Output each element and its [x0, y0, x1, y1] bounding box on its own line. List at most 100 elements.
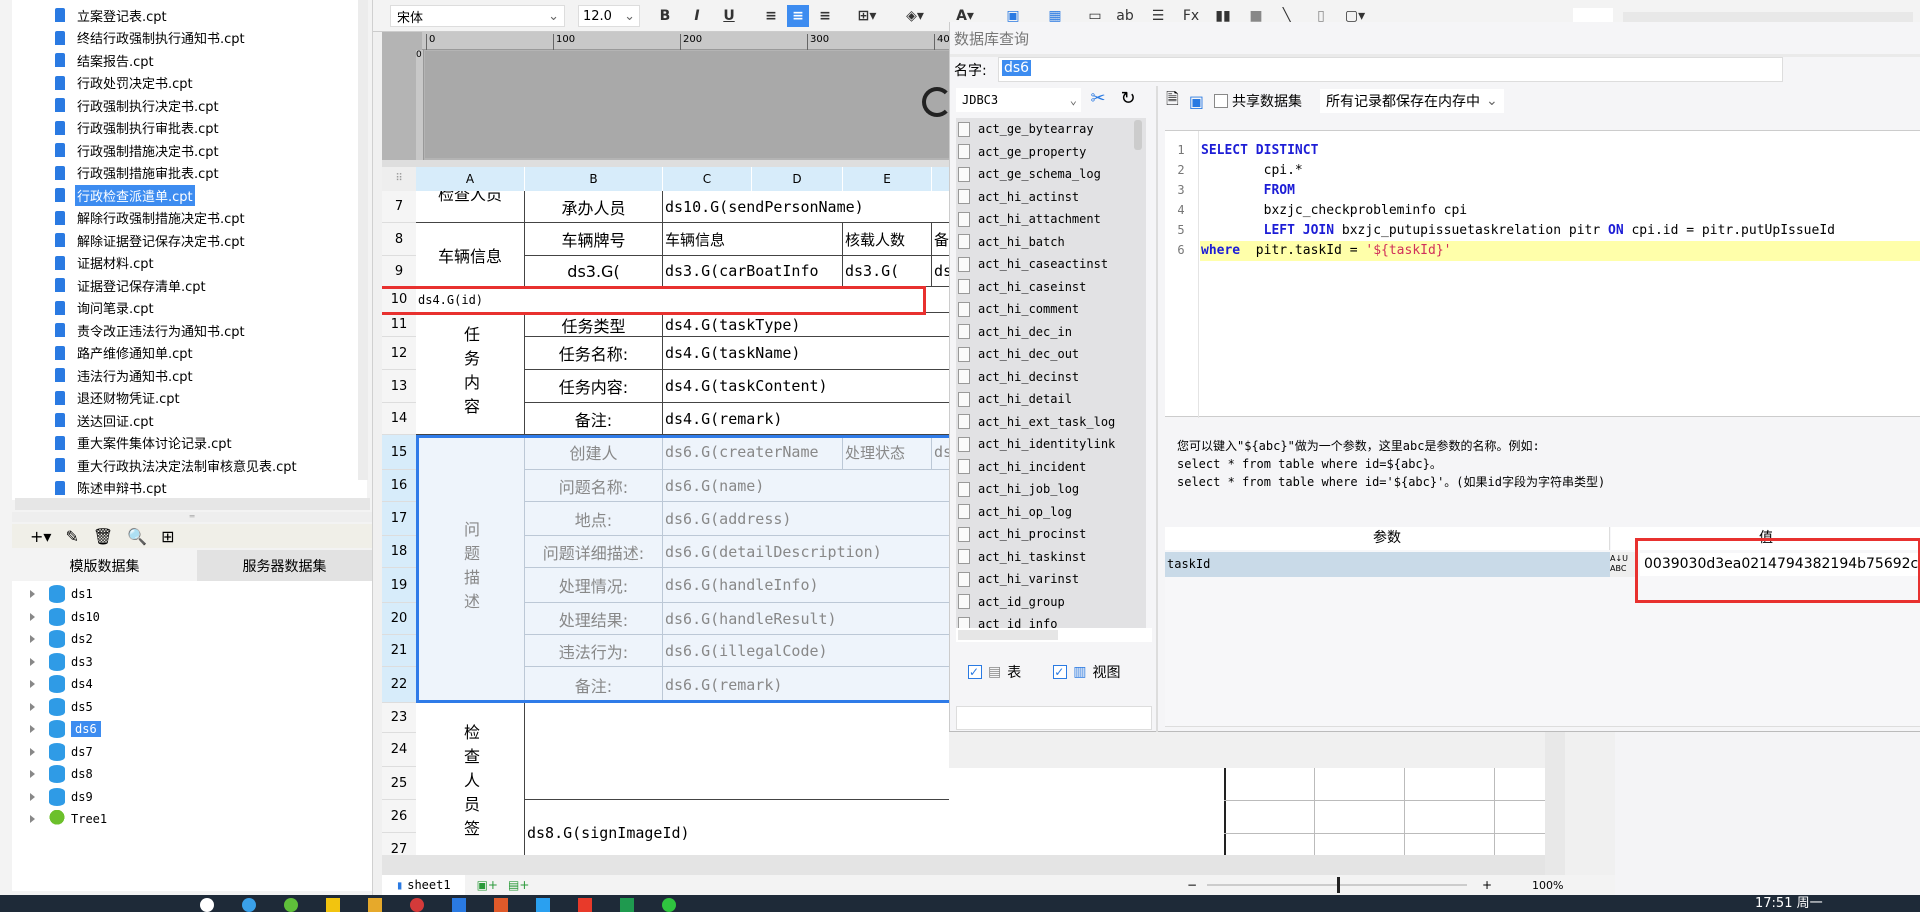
underline-button[interactable]: U	[719, 5, 739, 27]
expand-arrow-icon[interactable]	[30, 635, 35, 643]
sheet-cell[interactable]: 车辆信息	[416, 223, 525, 287]
zoom-slider-handle[interactable]	[1337, 877, 1340, 893]
bold-button[interactable]: B	[655, 5, 675, 27]
sheet-tab-sheet1[interactable]: ▮ sheet1	[382, 875, 465, 895]
row-header[interactable]: 19	[382, 568, 416, 603]
row-header[interactable]: 7	[382, 191, 416, 223]
dataset-item[interactable]: ds8	[30, 763, 93, 785]
dataset-item[interactable]: ds4	[30, 673, 93, 695]
align-center-icon[interactable]: ≡	[787, 5, 809, 27]
db-table-item[interactable]: act_hi_detail	[958, 388, 1072, 410]
row-header[interactable]: 12	[382, 337, 416, 370]
tree-vertical-scrollbar[interactable]	[358, 0, 368, 480]
db-table-item[interactable]: act_hi_job_log	[958, 478, 1079, 500]
file-tree-item[interactable]: 解除行政强制措施决定书.cpt	[12, 207, 247, 229]
sheet-cell[interactable]: ds6.G(detailDescription)	[663, 536, 949, 568]
db-table-item[interactable]: act_hi_comment	[958, 298, 1079, 320]
db-table-item[interactable]: act_hi_caseactinst	[958, 253, 1108, 275]
dataset-item[interactable]: ds3	[30, 651, 93, 673]
file-tree-item[interactable]: 行政处罚决定书.cpt	[12, 72, 195, 94]
sheet-cell[interactable]: ds4.G(taskContent)	[663, 370, 949, 403]
file-tree-item[interactable]: 重大案件集体讨论记录.cpt	[12, 432, 234, 454]
app-icon[interactable]	[578, 898, 592, 912]
sheet-cell[interactable]: 检查人员签	[416, 703, 525, 855]
file-tree-item[interactable]: 重大行政执法决定法制审核意见表.cpt	[12, 454, 299, 476]
row-header[interactable]: 18	[382, 536, 416, 568]
db-table-item[interactable]: act_hi_batch	[958, 231, 1065, 253]
sheet-cell[interactable]: 创建人	[525, 435, 663, 470]
db-table-item[interactable]: act_hi_dec_out	[958, 343, 1079, 365]
db-table-item[interactable]: act_hi_attachment	[958, 208, 1101, 230]
dataset-item[interactable]: ds10	[30, 606, 100, 628]
file-tree-item[interactable]: 路产维修通知单.cpt	[12, 342, 195, 364]
column-header[interactable]	[932, 167, 949, 191]
db-table-item[interactable]: act_hi_caseinst	[958, 276, 1086, 298]
panel-splitter[interactable]: ═	[12, 512, 372, 522]
app-icon[interactable]	[200, 898, 214, 912]
sheet-cell[interactable]: 问题详细描述:	[525, 536, 663, 568]
row-header[interactable]: 14	[382, 403, 416, 435]
sheet-horizontal-scrollbar[interactable]	[382, 855, 1547, 875]
app-icon[interactable]	[536, 898, 550, 912]
file-tree-item[interactable]: 责令改正违法行为通知书.cpt	[12, 319, 247, 341]
row-header[interactable]: 23	[382, 703, 416, 733]
row-header[interactable]: 16	[382, 470, 416, 502]
sheet-cell[interactable]: ds3.G(	[525, 256, 663, 287]
sheet-cell[interactable]: 备注:	[525, 403, 663, 435]
sheet-cell[interactable]	[525, 703, 949, 800]
file-tree-item[interactable]: 证据材料.cpt	[12, 252, 156, 274]
file-tree-item[interactable]: 立案登记表.cpt	[12, 4, 169, 26]
db-table-item[interactable]: act_hi_procinst	[958, 523, 1086, 545]
row-header[interactable]: 26	[382, 800, 416, 833]
tab-template-datasets[interactable]: 模版数据集	[12, 550, 197, 581]
italic-button[interactable]: I	[687, 5, 707, 27]
sheet-cell[interactable]: 车辆牌号	[525, 223, 663, 256]
expand-arrow-icon[interactable]	[30, 725, 35, 733]
sheet-cell[interactable]: 车辆信息	[663, 223, 843, 256]
db-table-item[interactable]: act_hi_incident	[958, 456, 1086, 478]
tree-horizontal-scrollbar[interactable]	[15, 498, 370, 510]
db-table-item[interactable]: act_hi_ext_task_log	[958, 411, 1115, 433]
file-tree-item[interactable]: 行政强制执行决定书.cpt	[12, 94, 221, 116]
column-header[interactable]: C	[663, 167, 752, 191]
sheet-cell[interactable]: ds4.G(taskName)	[663, 337, 949, 370]
file-tree-item[interactable]: 结案报告.cpt	[12, 49, 156, 71]
expand-arrow-icon[interactable]	[30, 770, 35, 778]
share-dataset-checkbox[interactable]	[1214, 94, 1228, 108]
sheet-cell[interactable]: 任务类型	[525, 313, 663, 337]
column-header[interactable]: D	[752, 167, 843, 191]
db-table-item[interactable]: act_hi_dec_in	[958, 321, 1072, 343]
sheet-cell[interactable]: 地点:	[525, 502, 663, 536]
sheet-cell[interactable]: 处理结果:	[525, 603, 663, 635]
zoom-out-icon[interactable]: −	[1187, 878, 1197, 892]
expand-arrow-icon[interactable]	[30, 657, 35, 666]
sheet-cell[interactable]: 问题名称:	[525, 470, 663, 502]
add-dataset-button[interactable]: +▾	[30, 527, 51, 546]
sheet-cell[interactable]: ds3.G(carBoatInfo	[663, 256, 843, 287]
sheet-cell[interactable]: ds6.G(remark)	[663, 667, 949, 703]
sheet-cell[interactable]: ds10.G(sendPersonName)	[663, 191, 949, 223]
font-size-select[interactable]: 12.0 ⌄	[578, 5, 640, 27]
sheet-cell[interactable]: ds8.G(signImageId)	[525, 800, 949, 855]
row-header[interactable]: 17	[382, 502, 416, 536]
db-table-item[interactable]: act_ge_property	[958, 141, 1086, 163]
dataset-item[interactable]: ds6	[30, 718, 101, 740]
column-header[interactable]: E	[843, 167, 932, 191]
sheet-cell[interactable]: ds6.G(handleInfo)	[663, 568, 949, 603]
db-table-item[interactable]: act_hi_decinst	[958, 366, 1079, 388]
row-header[interactable]: 15	[382, 435, 416, 470]
file-tree-item[interactable]: 退还财物凭证.cpt	[12, 387, 182, 409]
align-right-icon[interactable]: ≡	[814, 5, 836, 27]
name-input[interactable]: ds6	[998, 57, 1783, 82]
select-all-corner[interactable]: ⠿	[382, 167, 416, 191]
file-tree-item[interactable]: 陈述申辩书.cpt	[12, 477, 169, 499]
file-tree-item[interactable]: 行政检查派遣单.cpt	[12, 184, 195, 206]
sheet-cell[interactable]: 任务名称:	[525, 337, 663, 370]
expand-arrow-icon[interactable]	[30, 747, 35, 756]
file-tree-item[interactable]: 证据登记保存清单.cpt	[12, 274, 208, 296]
dataset-item[interactable]: ds9	[30, 786, 93, 808]
sheet-cell[interactable]: ds6.G(handleResult)	[663, 603, 949, 635]
zoom-in-icon[interactable]: +	[1482, 878, 1492, 892]
connection-settings-icon[interactable]: ✂	[1086, 88, 1110, 112]
app-icon[interactable]	[326, 898, 340, 912]
